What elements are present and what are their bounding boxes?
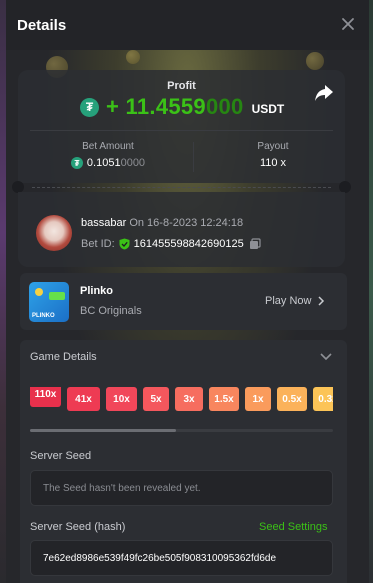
multiplier-slot: 1x xyxy=(245,387,271,411)
play-now-label: Play Now xyxy=(265,295,312,307)
coin-decoration xyxy=(306,52,324,70)
profit-row: ₮ + 11.4559000 USDT xyxy=(80,94,284,120)
profit-label: Profit xyxy=(167,80,196,92)
chevron-down-icon[interactable] xyxy=(320,353,332,361)
background-right-edge xyxy=(369,0,373,583)
bet-id-label: Bet ID: xyxy=(81,238,115,250)
avatar[interactable] xyxy=(36,215,72,251)
multiplier-slot: 41x xyxy=(67,387,100,411)
profit-value-dim: 000 xyxy=(205,94,244,119)
game-details-panel: Game Details 110x 41x 10x 5x 3x 1.5x 1x 0.5x 0.3… xyxy=(20,340,347,583)
server-seed-hash-field[interactable]: 7e62ed8986e539f49fc26be505f908310095362f… xyxy=(30,540,333,576)
share-icon[interactable] xyxy=(314,84,334,102)
copy-icon[interactable] xyxy=(249,238,261,250)
game-details-title: Game Details xyxy=(30,351,97,363)
multiplier-slot: 5x xyxy=(143,387,169,411)
multiplier-slot: 110x xyxy=(30,387,61,407)
bet-amount-dim: 0000 xyxy=(120,157,146,169)
multiplier-strip[interactable]: 110x 41x10x5x3x1.5x1x0.5x 0.3x xyxy=(30,387,333,419)
horizontal-scrollbar[interactable] xyxy=(30,429,333,432)
seed-settings-link[interactable]: Seed Settings xyxy=(259,521,328,533)
game-thumbnail: PLINKO xyxy=(29,282,69,322)
divider xyxy=(30,130,333,131)
shield-icon xyxy=(119,238,130,250)
play-now-button[interactable]: Play Now xyxy=(265,295,325,307)
profit-card: Profit ₮ + 11.4559000 USDT Bet Amount ₮ … xyxy=(18,70,345,183)
close-icon[interactable] xyxy=(338,14,358,34)
bet-amount-main: 0.1051 xyxy=(86,157,121,169)
game-card[interactable]: PLINKO Plinko BC Originals Play Now xyxy=(20,273,347,330)
vertical-divider xyxy=(193,142,194,172)
user-line: bassabar On 16-8-2023 12:24:18 xyxy=(81,217,243,229)
coin-decoration xyxy=(126,50,140,64)
usdt-icon: ₮ xyxy=(80,97,99,117)
bet-id-line: Bet ID: 161455598842690125 xyxy=(81,238,261,250)
multiplier-slot: 0.5x xyxy=(277,387,307,411)
multiplier-slot: 3x xyxy=(175,387,203,411)
bet-id-value: 161455598842690125 xyxy=(133,238,244,250)
profit-value: + 11.4559000 xyxy=(106,94,244,120)
server-seed-field: The Seed hasn't been revealed yet. xyxy=(30,470,333,506)
server-seed-hash-label: Server Seed (hash) xyxy=(30,521,126,533)
bet-amount-value: ₮ 0.1051 0000 xyxy=(58,157,158,169)
game-name: Plinko xyxy=(80,285,114,297)
username[interactable]: bassabar xyxy=(81,217,126,229)
multiplier-slot: 10x xyxy=(106,387,137,411)
thumb-text: PLINKO xyxy=(32,313,55,319)
multiplier-slot: 1.5x xyxy=(209,387,239,411)
payout-label: Payout xyxy=(257,141,289,152)
bet-amount: Bet Amount ₮ 0.1051 0000 xyxy=(58,141,158,169)
scrollbar-thumb[interactable] xyxy=(30,429,176,432)
payout-value: 110 x xyxy=(259,157,287,169)
tear-dash xyxy=(32,187,331,188)
multiplier-slot: 0.3x xyxy=(313,387,333,411)
chevron-right-icon xyxy=(318,296,325,306)
server-seed-label: Server Seed xyxy=(30,450,92,462)
bet-date: On 16-8-2023 12:24:18 xyxy=(129,217,244,229)
user-card: bassabar On 16-8-2023 12:24:18 Bet ID: 1… xyxy=(18,192,345,267)
profit-currency: USDT xyxy=(251,101,285,116)
payout: Payout 110 x xyxy=(223,141,323,169)
bet-amount-label: Bet Amount xyxy=(82,141,134,152)
usdt-icon: ₮ xyxy=(70,157,83,169)
thumb-block xyxy=(49,292,65,300)
profit-value-main: + 11.4559 xyxy=(106,94,206,119)
modal-title: Details xyxy=(17,17,67,34)
thumb-ball xyxy=(35,288,43,296)
game-provider: BC Originals xyxy=(80,305,142,317)
